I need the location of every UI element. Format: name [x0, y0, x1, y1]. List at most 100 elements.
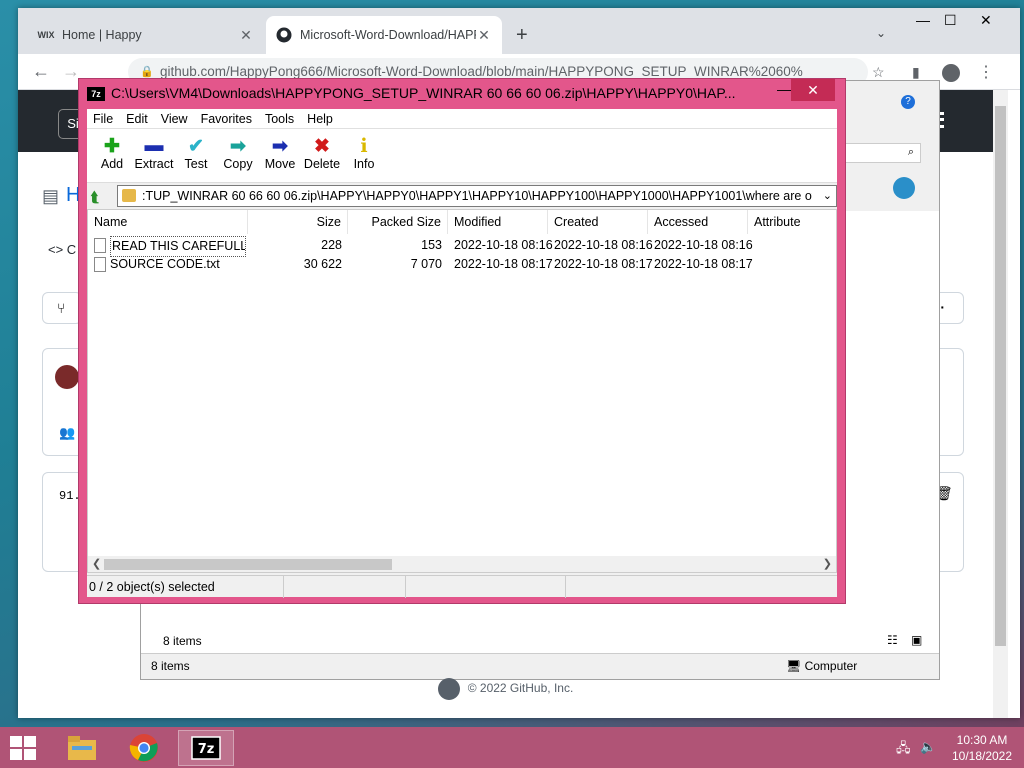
explorer-statusbar: 8 items 🖥 Computer [141, 653, 939, 679]
search-icon: ⌕ [907, 146, 914, 158]
column-name[interactable]: Name [88, 210, 248, 234]
column-attributes[interactable]: Attribute [748, 210, 836, 234]
view-details-icon[interactable]: ☷ [887, 633, 898, 647]
sevenzip-logo-icon: 7z [87, 87, 105, 101]
clock[interactable]: 10:30 AM 10/18/2022 [940, 732, 1024, 764]
volume-icon[interactable]: 🔈 [920, 739, 936, 755]
sidepanel-icon[interactable]: ▮ [912, 64, 920, 81]
scroll-thumb[interactable] [104, 559, 392, 570]
windows-start-icon[interactable] [10, 736, 36, 760]
url-text: github.com/HappyPong666/Microsoft-Word-D… [160, 64, 803, 79]
branch-button[interactable]: ⑂ [42, 292, 82, 324]
up-folder-icon[interactable]: ⮬ [91, 189, 107, 205]
status-items: 8 items [151, 659, 190, 673]
minus-icon: ▬ [144, 135, 164, 156]
close-button[interactable]: ✕ [791, 79, 835, 101]
maximize-button[interactable]: ☐ [944, 12, 957, 29]
menu-file[interactable]: File [93, 112, 113, 126]
extract-button[interactable]: ▬ Extract [133, 129, 175, 182]
column-packed-size[interactable]: Packed Size [348, 210, 448, 234]
test-button[interactable]: ✔ Test [175, 129, 217, 182]
tab-title: Home | Happy [62, 28, 142, 42]
file-name: READ THIS CAREFULLY ... [110, 236, 246, 257]
new-tab-button[interactable]: + [516, 24, 528, 47]
add-button[interactable]: ✚ Add [91, 129, 133, 182]
tab-search-icon[interactable]: ⌄ [876, 26, 886, 40]
footer-text: © 2022 GitHub, Inc. [467, 681, 574, 696]
github-icon [276, 27, 292, 43]
items-count: 8 items [163, 634, 202, 648]
clock-date: 10/18/2022 [951, 749, 1013, 763]
move-button[interactable]: ➡ Move [259, 129, 301, 182]
menu-view[interactable]: View [161, 112, 188, 126]
extract-label: Extract [134, 157, 174, 171]
minimize-button[interactable]: — [916, 12, 930, 28]
column-size[interactable]: Size [248, 210, 348, 234]
page-scrollbar[interactable] [993, 90, 1008, 718]
code-tab[interactable]: <> C [48, 242, 76, 257]
table-row[interactable]: SOURCE CODE.txt 30 622 7 070 2022-10-18 … [88, 255, 836, 274]
tab-strip: WIX Home | Happy ✕ Microsoft-Word-Downlo… [18, 8, 1020, 54]
profile-avatar[interactable] [942, 64, 960, 82]
file-modified: 2022-10-18 08:17 [454, 257, 553, 271]
tab-home-happy[interactable]: WIX Home | Happy ✕ [28, 16, 264, 54]
file-packed-size: 153 [421, 238, 442, 252]
contributors-icon: 👥 [59, 425, 76, 440]
repo-icon: ▤ [42, 186, 60, 206]
close-tab-icon[interactable]: ✕ [238, 27, 254, 44]
window-title: C:\Users\VM4\Downloads\HAPPYPONG_SETUP_W… [111, 85, 736, 101]
test-label: Test [184, 157, 208, 171]
delete-button[interactable]: ✖ Delete [301, 129, 343, 182]
help-icon[interactable]: ? [901, 95, 915, 109]
close-tab-icon[interactable]: ✕ [476, 27, 492, 44]
copy-button[interactable]: ➡ Copy [217, 129, 259, 182]
sevenzip-client: File Edit View Favorites Tools Help ✚ Ad… [87, 109, 837, 598]
scroll-left-icon[interactable]: ❮ [92, 557, 101, 570]
file-icon [94, 257, 106, 272]
network-icon[interactable]: 🖧 [896, 739, 911, 761]
file-explorer-icon[interactable] [54, 730, 110, 766]
copy-label: Copy [223, 157, 253, 171]
menu-kebab-icon[interactable]: ⋮ [978, 62, 994, 82]
info-label: Info [353, 157, 375, 171]
horizontal-scrollbar[interactable]: ❮ ❯ [88, 556, 836, 572]
column-modified[interactable]: Modified [448, 210, 548, 234]
tab-github[interactable]: Microsoft-Word-Download/HAPPYPONG ✕ [266, 16, 502, 54]
selection-status: 0 / 2 object(s) selected [89, 580, 215, 594]
file-size: 30 622 [303, 257, 342, 271]
menu-help[interactable]: Help [307, 112, 333, 126]
chevron-down-icon[interactable]: ⌄ [823, 189, 832, 202]
file-name: SOURCE CODE.txt [110, 257, 220, 271]
scroll-right-icon[interactable]: ❯ [823, 557, 832, 570]
add-label: Add [100, 157, 124, 171]
menu-edit[interactable]: Edit [126, 112, 148, 126]
branch-icon: ⑂ [57, 300, 66, 316]
star-icon[interactable]: ☆ [872, 64, 885, 81]
menu-tools[interactable]: Tools [265, 112, 294, 126]
copy-arrow-icon: ➡ [230, 135, 246, 157]
search-input[interactable]: ⌕ [841, 143, 921, 163]
toolbar: ✚ Add ▬ Extract ✔ Test ➡ Copy ➡ Move ✖ D… [87, 129, 837, 183]
delete-label: Delete [303, 157, 341, 171]
column-created[interactable]: Created [548, 210, 648, 234]
github-logo-icon [437, 678, 460, 700]
sevenzip-window: 7z C:\Users\VM4\Downloads\HAPPYPONG_SETU… [78, 78, 846, 604]
delete-x-icon: ✖ [314, 135, 330, 157]
title-bar[interactable]: 7z C:\Users\VM4\Downloads\HAPPYPONG_SETU… [79, 79, 845, 107]
7zip-icon[interactable]: 7z [178, 730, 234, 766]
view-large-icon[interactable]: ▣ [911, 633, 922, 647]
menu-favorites[interactable]: Favorites [201, 112, 252, 126]
info-button[interactable]: i Info [343, 129, 385, 182]
location-label: 🖥 Computer [786, 659, 858, 673]
column-accessed[interactable]: Accessed [648, 210, 748, 234]
address-row: ⮬ :TUP_WINRAR 60 66 60 06.zip\HAPPY\HAPP… [87, 183, 837, 209]
status-bar: 0 / 2 object(s) selected [87, 575, 837, 598]
chrome-icon[interactable] [116, 730, 172, 766]
minimize-button[interactable]: — [777, 81, 791, 97]
table-row[interactable]: READ THIS CAREFULLY ... 228 153 2022-10-… [88, 236, 836, 257]
avatar [55, 365, 79, 389]
back-icon[interactable]: ← [32, 61, 50, 82]
close-button[interactable]: ✕ [980, 12, 992, 29]
file-accessed: 2022-10-18 08:17 [654, 257, 753, 271]
path-combobox[interactable]: :TUP_WINRAR 60 66 60 06.zip\HAPPY\HAPPY0… [117, 185, 837, 207]
